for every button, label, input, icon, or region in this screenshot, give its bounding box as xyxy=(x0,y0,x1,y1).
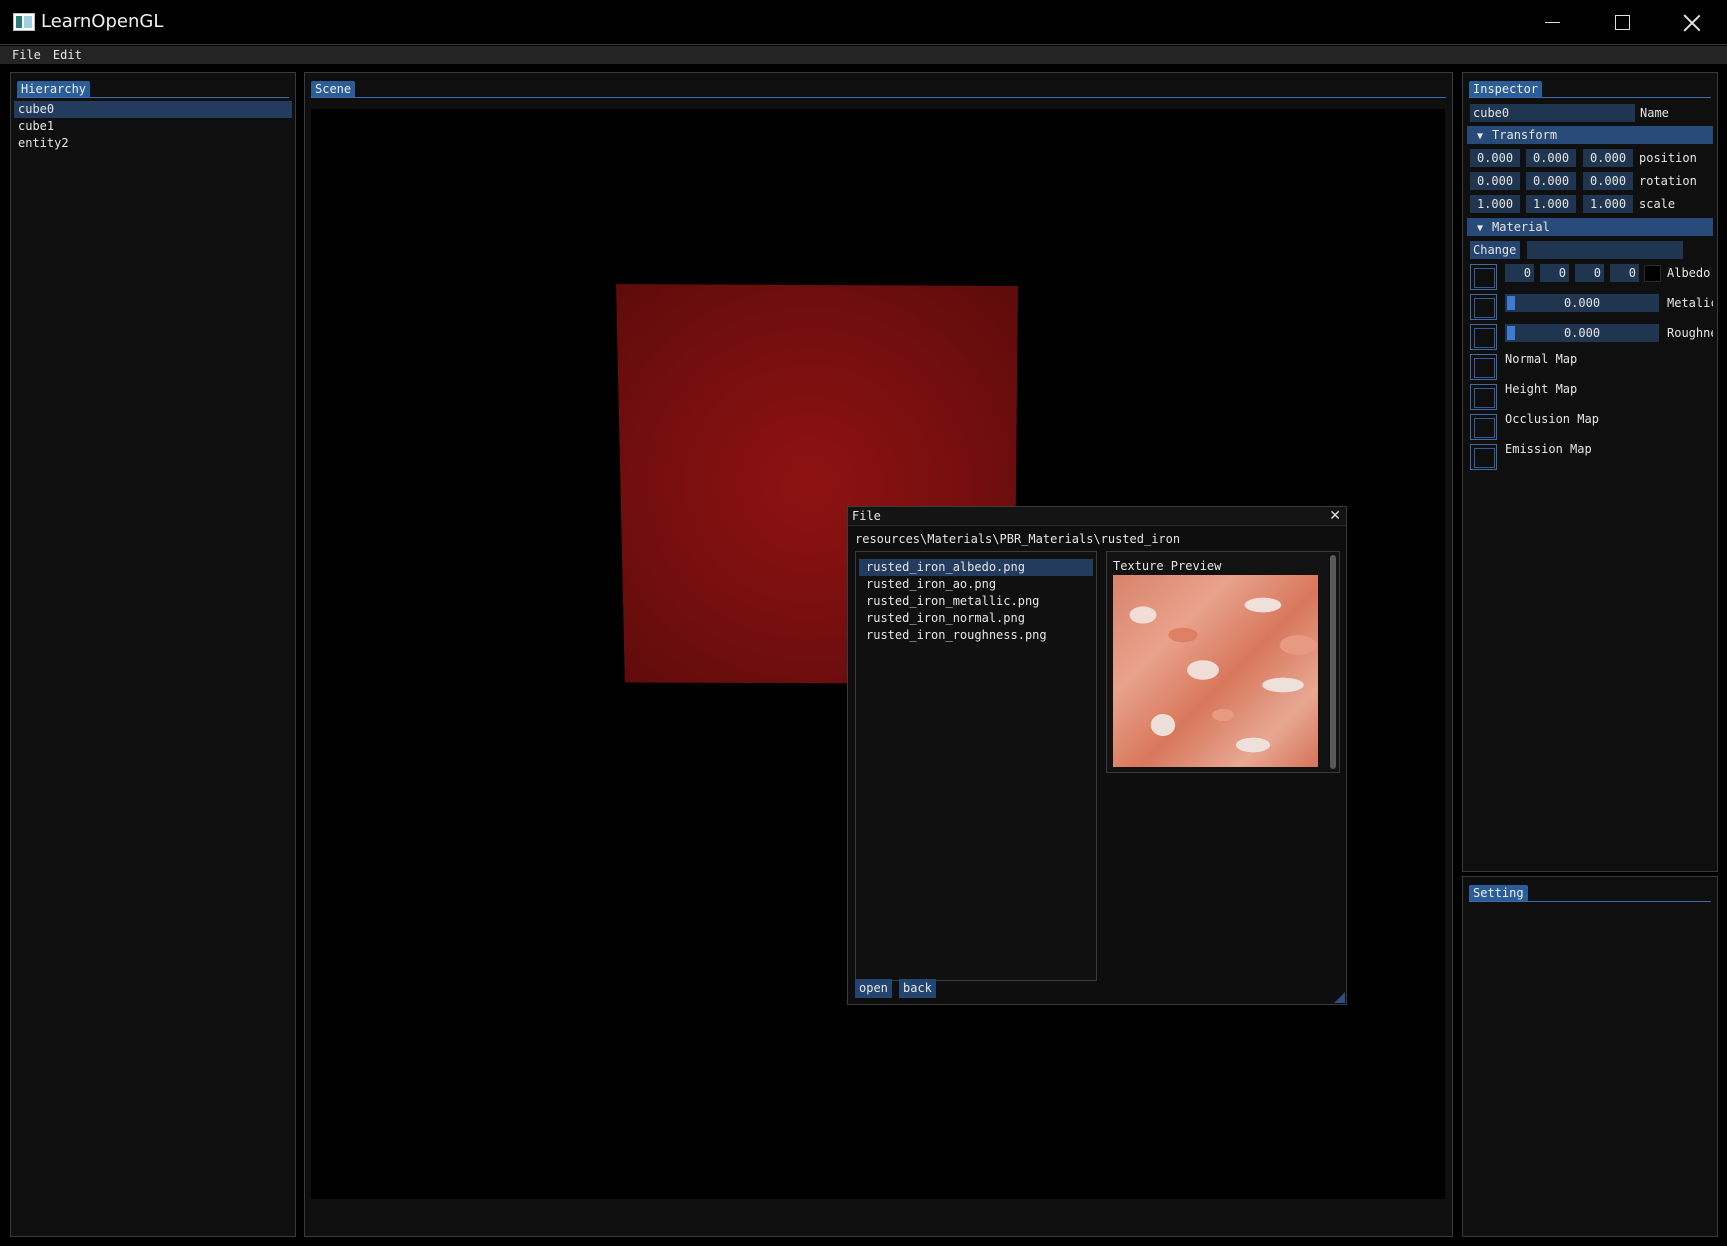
texture-preview-image xyxy=(1113,575,1318,767)
albedo-label: Albedo xyxy=(1667,266,1711,280)
inspector-tab-row: Inspector xyxy=(1469,81,1711,98)
file-dialog-title: File xyxy=(852,509,881,523)
setting-tab-row: Setting xyxy=(1469,885,1711,902)
scene-tab-row: Scene xyxy=(311,81,1446,98)
title-bar: LearnOpenGL xyxy=(0,0,1727,45)
app-icon xyxy=(13,13,35,31)
minimize-button[interactable] xyxy=(1517,0,1587,45)
collapse-triangle-icon: ▼ xyxy=(1477,131,1484,142)
roughness-slider-grab[interactable] xyxy=(1507,326,1515,340)
albedo-color-swatch[interactable] xyxy=(1644,265,1661,282)
position-z-input[interactable]: 0.000 xyxy=(1583,149,1633,167)
occlusion-map-label: Occlusion Map xyxy=(1505,412,1599,426)
file-dialog-titlebar[interactable]: File ✕ xyxy=(848,507,1346,526)
hierarchy-list: cube0 cube1 entity2 xyxy=(14,101,292,152)
name-input[interactable]: cube0 xyxy=(1470,104,1635,122)
material-path-input[interactable] xyxy=(1527,241,1683,259)
metallic-label: Metalic xyxy=(1667,296,1713,310)
occlusion-map-checkbox[interactable] xyxy=(1470,414,1497,440)
setting-panel: Setting xyxy=(1462,876,1718,1237)
height-map-label: Height Map xyxy=(1505,382,1578,396)
name-label: Name xyxy=(1640,106,1669,120)
roughness-value: 0.000 xyxy=(1563,326,1601,340)
transform-header[interactable]: ▼ Transform xyxy=(1467,126,1713,144)
close-icon xyxy=(1683,14,1701,32)
material-header[interactable]: ▼ Material xyxy=(1467,218,1713,236)
roughness-label: Roughness xyxy=(1667,326,1713,340)
file-item-normal[interactable]: rusted_iron_normal.png xyxy=(859,610,1093,627)
menu-bar: File Edit xyxy=(0,46,1727,64)
metallic-map-checkbox[interactable] xyxy=(1470,294,1497,320)
hierarchy-item-entity2[interactable]: entity2 xyxy=(14,135,292,152)
file-item-albedo[interactable]: rusted_iron_albedo.png xyxy=(859,559,1093,576)
hierarchy-item-cube0[interactable]: cube0 xyxy=(14,101,292,118)
albedo-a-input[interactable]: 0 xyxy=(1610,264,1639,282)
roughness-slider[interactable]: 0.000 xyxy=(1505,324,1659,342)
tab-scene[interactable]: Scene xyxy=(311,81,356,97)
position-y-input[interactable]: 0.000 xyxy=(1526,149,1576,167)
albedo-map-checkbox[interactable] xyxy=(1470,264,1497,290)
tab-inspector[interactable]: Inspector xyxy=(1469,81,1543,97)
file-dialog: File ✕ resources\Materials\PBR_Materials… xyxy=(847,506,1347,1005)
file-item-metallic[interactable]: rusted_iron_metallic.png xyxy=(859,593,1093,610)
albedo-g-input[interactable]: 0 xyxy=(1540,264,1569,282)
menu-edit[interactable]: Edit xyxy=(47,46,88,64)
albedo-r-input[interactable]: 0 xyxy=(1505,264,1534,282)
transform-header-label: Transform xyxy=(1492,128,1558,142)
preview-scrollbar[interactable] xyxy=(1330,555,1336,769)
metallic-value: 0.000 xyxy=(1563,296,1601,310)
scale-z-input[interactable]: 1.000 xyxy=(1583,195,1633,213)
close-window-button[interactable] xyxy=(1657,0,1727,45)
scale-label: scale xyxy=(1639,197,1676,211)
open-button[interactable]: open xyxy=(855,979,892,998)
maximize-icon xyxy=(1614,15,1630,30)
scale-x-input[interactable]: 1.000 xyxy=(1470,195,1520,213)
tab-hierarchy[interactable]: Hierarchy xyxy=(17,81,91,97)
emission-map-label: Emission Map xyxy=(1505,442,1592,456)
maximize-button[interactable] xyxy=(1587,0,1657,45)
hierarchy-item-cube1[interactable]: cube1 xyxy=(14,118,292,135)
menu-file[interactable]: File xyxy=(6,46,47,64)
hierarchy-tab-row: Hierarchy xyxy=(17,81,289,98)
texture-preview-panel: Texture Preview xyxy=(1106,551,1340,773)
normal-map-checkbox[interactable] xyxy=(1470,354,1497,380)
scale-y-input[interactable]: 1.000 xyxy=(1526,195,1576,213)
back-button[interactable]: back xyxy=(899,979,936,998)
rotation-z-input[interactable]: 0.000 xyxy=(1583,172,1633,190)
rotation-y-input[interactable]: 0.000 xyxy=(1526,172,1576,190)
tab-setting[interactable]: Setting xyxy=(1469,885,1528,901)
position-label: position xyxy=(1639,151,1697,165)
rotation-label: rotation xyxy=(1639,174,1697,188)
position-x-input[interactable]: 0.000 xyxy=(1470,149,1520,167)
resize-grip[interactable] xyxy=(1334,992,1345,1003)
height-map-checkbox[interactable] xyxy=(1470,384,1497,410)
material-header-label: Material xyxy=(1492,220,1550,234)
change-material-button[interactable]: Change xyxy=(1470,241,1520,259)
metallic-slider-grab[interactable] xyxy=(1507,296,1515,310)
close-icon[interactable]: ✕ xyxy=(1329,508,1341,524)
minimize-icon xyxy=(1544,22,1560,23)
file-list: rusted_iron_albedo.png rusted_iron_ao.pn… xyxy=(855,551,1097,981)
window-title: LearnOpenGL xyxy=(41,11,164,32)
metallic-slider[interactable]: 0.000 xyxy=(1505,294,1659,312)
file-item-ao[interactable]: rusted_iron_ao.png xyxy=(859,576,1093,593)
emission-map-checkbox[interactable] xyxy=(1470,444,1497,470)
inspector-panel: Inspector cube0 Name ▼ Transform 0.000 0.… xyxy=(1462,72,1718,872)
texture-preview-label: Texture Preview xyxy=(1113,559,1222,573)
rotation-x-input[interactable]: 0.000 xyxy=(1470,172,1520,190)
collapse-triangle-icon: ▼ xyxy=(1477,223,1484,234)
file-dialog-path: resources\Materials\PBR_Materials\rusted… xyxy=(855,532,1181,546)
hierarchy-panel: Hierarchy cube0 cube1 entity2 xyxy=(10,72,296,1237)
albedo-b-input[interactable]: 0 xyxy=(1575,264,1604,282)
roughness-map-checkbox[interactable] xyxy=(1470,324,1497,350)
file-item-roughness[interactable]: rusted_iron_roughness.png xyxy=(859,627,1093,644)
normal-map-label: Normal Map xyxy=(1505,352,1578,366)
